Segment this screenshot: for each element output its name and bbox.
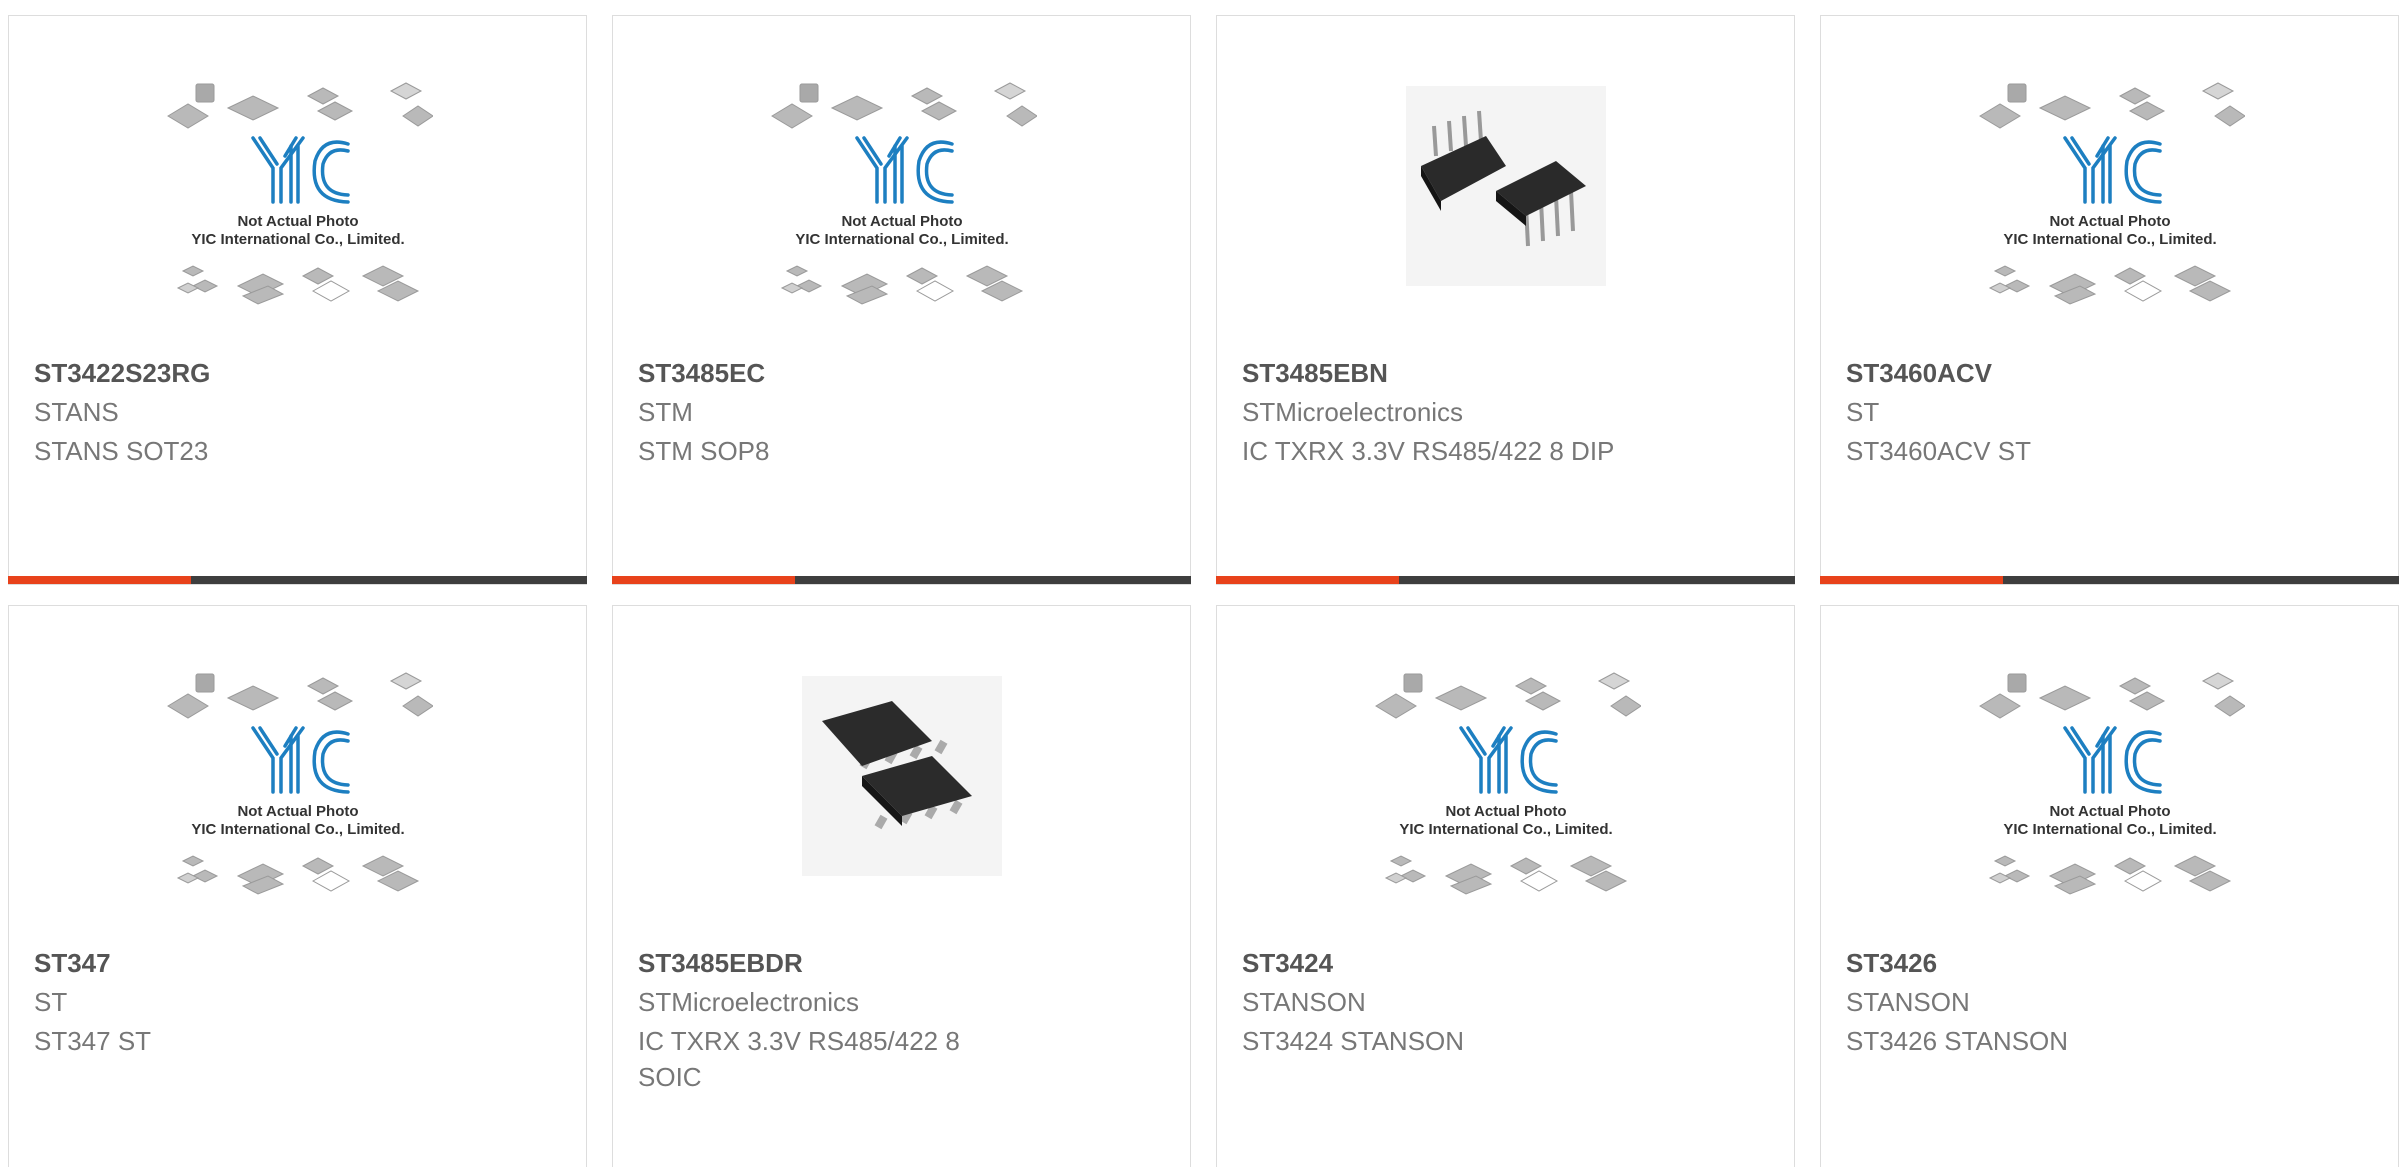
product-image-placeholder[interactable] bbox=[1821, 76, 2398, 356]
brand: STANSON bbox=[1242, 987, 1366, 1017]
card-bottom-bar bbox=[8, 576, 587, 584]
product-grid: ST3422S23RG STANS STANS SOT23 ST3485EC S… bbox=[0, 0, 2400, 1167]
product-card[interactable]: ST3422S23RG STANS STANS SOT23 bbox=[8, 15, 587, 585]
card-bottom-bar bbox=[612, 576, 1191, 584]
part-number[interactable]: ST3460ACV bbox=[1846, 358, 1992, 389]
product-image-placeholder[interactable] bbox=[9, 76, 586, 356]
part-number[interactable]: ST3426 bbox=[1846, 948, 1937, 979]
product-image-soic8[interactable] bbox=[613, 676, 1190, 956]
description: IC TXRX 3.3V RS485/422 8 DIP bbox=[1242, 436, 1615, 466]
description: ST3424 STANSON bbox=[1242, 1026, 1465, 1056]
product-card[interactable]: ST3460ACV ST ST3460ACV ST bbox=[1820, 15, 2399, 585]
product-card[interactable]: ST3485EBN STMicroelectronics IC TXRX 3.3… bbox=[1216, 15, 1795, 585]
brand: STMicroelectronics bbox=[1242, 397, 1464, 427]
description: ST347 ST bbox=[34, 1026, 152, 1056]
brand: ST bbox=[1846, 397, 1880, 427]
product-card[interactable]: ST3485EBDR STMicroelectronics IC TXRX 3.… bbox=[612, 605, 1191, 1167]
product-image-dip8[interactable] bbox=[1217, 86, 1794, 366]
description: STM SOP8 bbox=[638, 436, 770, 466]
brand: STANS bbox=[34, 397, 119, 427]
part-number[interactable]: ST347 bbox=[34, 948, 111, 979]
card-bottom-bar bbox=[1216, 576, 1795, 584]
description: ST3460ACV ST bbox=[1846, 436, 2031, 466]
product-image-placeholder[interactable] bbox=[1821, 666, 2398, 946]
product-image-placeholder[interactable] bbox=[613, 76, 1190, 356]
part-number[interactable]: ST3485EC bbox=[638, 358, 765, 389]
brand: ST bbox=[34, 987, 68, 1017]
description: STANS SOT23 bbox=[34, 436, 209, 466]
part-number[interactable]: ST3422S23RG bbox=[34, 358, 210, 389]
bar-accent bbox=[1216, 576, 1399, 584]
description: ST3426 STANSON bbox=[1846, 1026, 2069, 1056]
product-card[interactable]: ST3485EC STM STM SOP8 bbox=[612, 15, 1191, 585]
brand: STMicroelectronics bbox=[638, 987, 860, 1017]
brand: STANSON bbox=[1846, 987, 1970, 1017]
product-card[interactable]: ST3424 STANSON ST3424 STANSON bbox=[1216, 605, 1795, 1167]
description: IC TXRX 3.3V RS485/422 8 SOIC bbox=[638, 1026, 960, 1092]
product-card[interactable]: ST3426 STANSON ST3426 STANSON bbox=[1820, 605, 2399, 1167]
product-card[interactable]: ST347 ST ST347 ST bbox=[8, 605, 587, 1167]
card-bottom-bar bbox=[1820, 576, 2399, 584]
part-number[interactable]: ST3424 bbox=[1242, 948, 1333, 979]
part-number[interactable]: ST3485EBN bbox=[1242, 358, 1388, 389]
product-image-placeholder[interactable] bbox=[9, 666, 586, 946]
bar-accent bbox=[8, 576, 191, 584]
bar-accent bbox=[612, 576, 795, 584]
bar-accent bbox=[1820, 576, 2003, 584]
brand: STM bbox=[638, 397, 693, 427]
part-number[interactable]: ST3485EBDR bbox=[638, 948, 803, 979]
product-image-placeholder[interactable] bbox=[1217, 666, 1794, 946]
